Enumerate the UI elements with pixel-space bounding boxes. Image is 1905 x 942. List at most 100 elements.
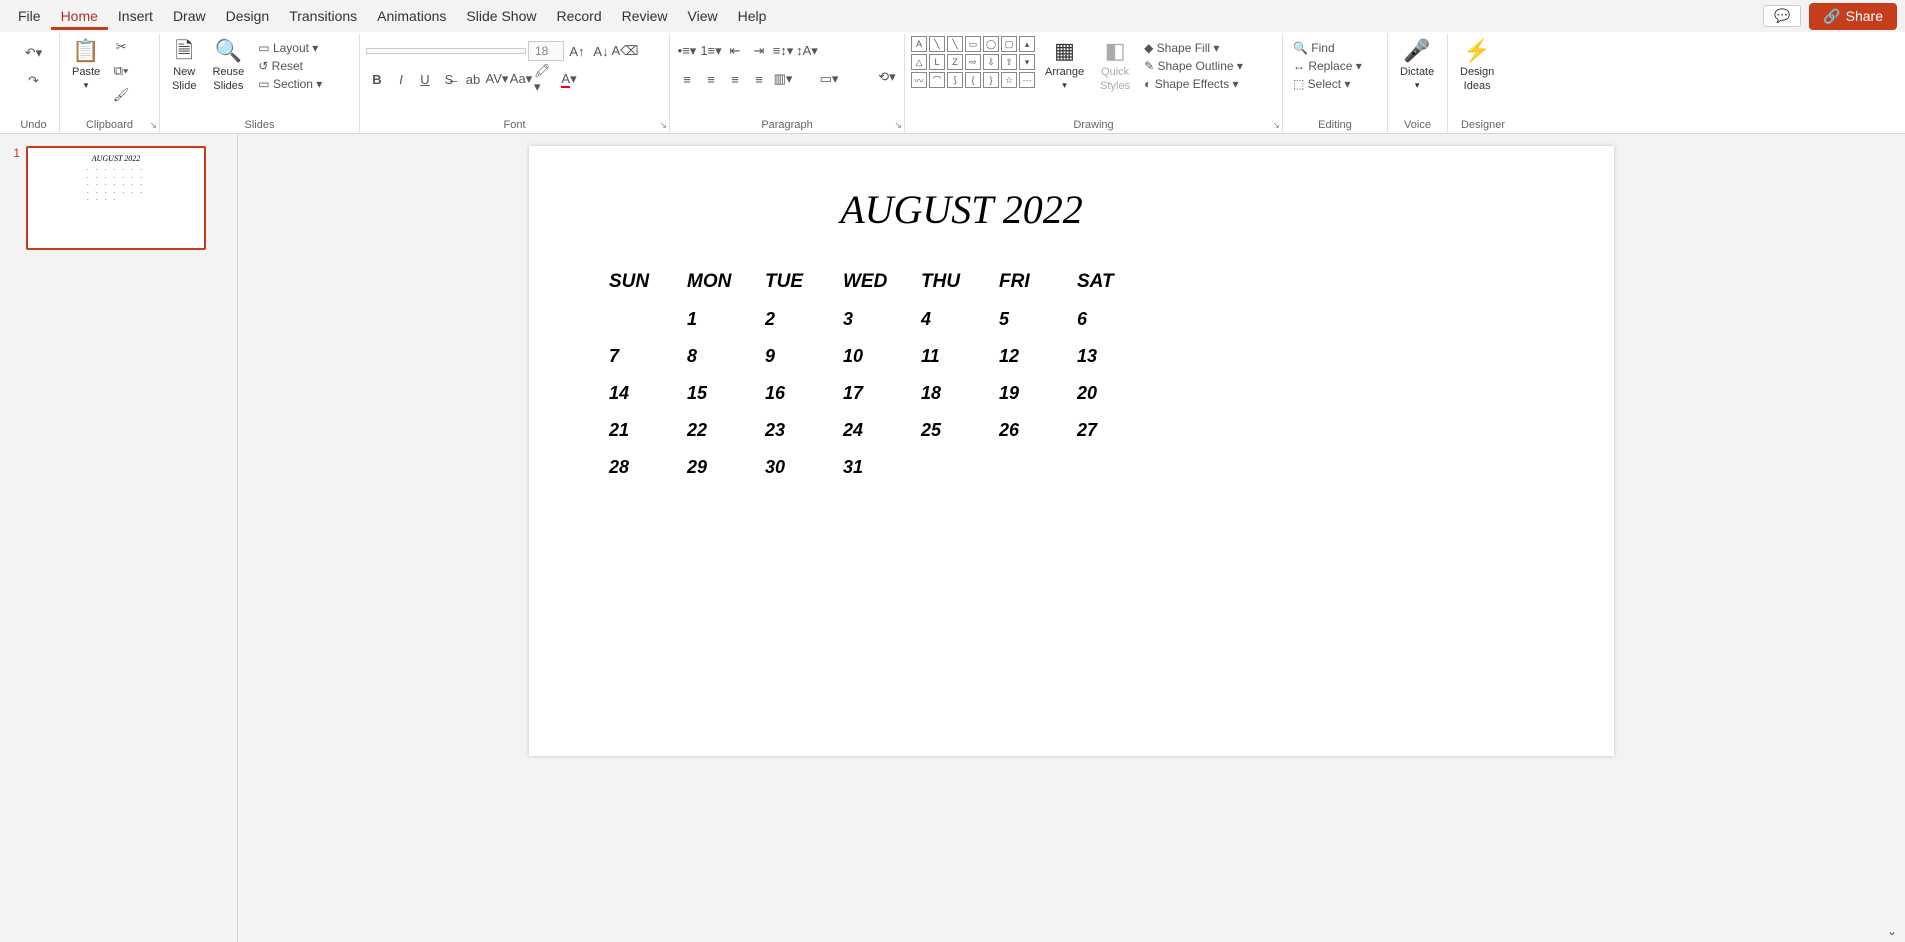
section-button[interactable]: ▭ Section ▾ — [254, 76, 326, 92]
font-size-select[interactable]: 18 — [528, 41, 564, 61]
increase-indent-button[interactable]: ⇥ — [748, 40, 770, 62]
layout-button[interactable]: ▭ Layout ▾ — [254, 40, 326, 56]
increase-font-button[interactable]: A↑ — [566, 40, 588, 62]
calendar-cell: 2 — [765, 301, 843, 338]
font-color-button[interactable]: A▾ — [558, 68, 580, 90]
decrease-font-button[interactable]: A↓ — [590, 40, 612, 62]
tab-slideshow[interactable]: Slide Show — [456, 2, 546, 30]
shadow-button[interactable]: ab — [462, 68, 484, 90]
new-slide-button[interactable]: 🗎 New Slide — [166, 36, 202, 95]
calendar-cell: 16 — [765, 375, 843, 412]
shape-nav-up-icon[interactable]: ▴ — [1019, 36, 1035, 52]
shape-up-icon[interactable]: ⇧ — [1001, 54, 1017, 70]
smartart-button[interactable]: ⟲▾ — [876, 66, 898, 88]
calendar-cell: 8 — [687, 338, 765, 375]
day-mon: MON — [687, 263, 765, 301]
slide-title[interactable]: AUGUST 2022 — [389, 186, 1534, 233]
shape-oval-icon[interactable]: ◯ — [983, 36, 999, 52]
shape-dn-icon[interactable]: ⇩ — [983, 54, 999, 70]
cut-button[interactable]: ✂ — [110, 36, 132, 58]
thumbnail-number: 1 — [8, 146, 20, 160]
tab-file[interactable]: File — [8, 2, 51, 30]
dictate-button[interactable]: 🎤 Dictate ▾ — [1394, 36, 1440, 92]
tab-animations[interactable]: Animations — [367, 2, 456, 30]
drawing-launcher[interactable]: ↘ — [1272, 120, 1280, 131]
shape-curve1-icon[interactable]: 〰 — [911, 72, 927, 88]
paste-button[interactable]: 📋 Paste ▾ — [66, 36, 106, 92]
calendar[interactable]: SUN MON TUE WED THU FRI SAT 123456789101… — [609, 263, 1534, 486]
format-painter-button[interactable]: 🖌 — [110, 84, 132, 106]
reset-button[interactable]: ↺ Reset — [254, 58, 326, 74]
tab-design[interactable]: Design — [216, 2, 280, 30]
decrease-indent-button[interactable]: ⇤ — [724, 40, 746, 62]
line-spacing-button[interactable]: ≡↕▾ — [772, 40, 794, 62]
text-direction-button[interactable]: ↕A▾ — [796, 40, 818, 62]
calendar-cell: 23 — [765, 412, 843, 449]
collapse-ribbon-button[interactable]: ⌄ — [1887, 924, 1897, 938]
italic-button[interactable]: I — [390, 68, 412, 90]
numbering-button[interactable]: 1≡▾ — [700, 40, 722, 62]
arrange-icon: ▦ — [1054, 38, 1075, 64]
slide-canvas-area[interactable]: AUGUST 2022 SUN MON TUE WED THU FRI SAT … — [238, 134, 1905, 942]
shape-tri-icon[interactable]: △ — [911, 54, 927, 70]
strike-button[interactable]: S̶ — [438, 68, 460, 90]
design-ideas-button[interactable]: ⚡ Design Ideas — [1454, 36, 1500, 95]
calendar-cell — [609, 301, 687, 338]
shape-line2-icon[interactable]: ╲ — [947, 36, 963, 52]
justify-button[interactable]: ≡ — [748, 68, 770, 90]
align-right-button[interactable]: ≡ — [724, 68, 746, 90]
columns-button[interactable]: ▥▾ — [772, 68, 794, 90]
shape-arc-icon[interactable]: ⟆ — [947, 72, 963, 88]
shape-z-icon[interactable]: Z — [947, 54, 963, 70]
shape-arrow-icon[interactable]: ⇨ — [965, 54, 981, 70]
highlight-button[interactable]: 🖍▾ — [534, 68, 556, 90]
tab-insert[interactable]: Insert — [108, 2, 163, 30]
select-button[interactable]: ⬚ Select ▾ — [1289, 76, 1366, 92]
align-center-button[interactable]: ≡ — [700, 68, 722, 90]
reuse-slides-button[interactable]: 🔍 Reuse Slides — [206, 36, 250, 95]
shape-roundrect-icon[interactable]: ▢ — [1001, 36, 1017, 52]
shape-rect-icon[interactable]: ▭ — [965, 36, 981, 52]
font-launcher[interactable]: ↘ — [659, 120, 667, 131]
tab-draw[interactable]: Draw — [163, 2, 216, 30]
shapes-gallery[interactable]: A╲╲▭◯▢▴ △LZ⇨⇩⇧▾ 〰⌒⟆{}☆⋯ — [911, 36, 1035, 88]
shape-star-icon[interactable]: ☆ — [1001, 72, 1017, 88]
redo-button[interactable]: ↷ — [23, 70, 45, 92]
replace-button[interactable]: ↔ Replace ▾ — [1289, 58, 1366, 74]
tab-home[interactable]: Home — [51, 2, 108, 30]
clear-format-button[interactable]: A⌫ — [614, 40, 636, 62]
mic-icon: 🎤 — [1403, 38, 1430, 64]
tab-view[interactable]: View — [678, 2, 728, 30]
align-left-button[interactable]: ≡ — [676, 68, 698, 90]
shape-brace-icon[interactable]: { — [965, 72, 981, 88]
bullets-button[interactable]: •≡▾ — [676, 40, 698, 62]
find-button[interactable]: 🔍 Find — [1289, 40, 1366, 56]
paragraph-launcher[interactable]: ↘ — [894, 120, 902, 131]
tab-transitions[interactable]: Transitions — [279, 2, 367, 30]
change-case-button[interactable]: Aa▾ — [510, 68, 532, 90]
shape-more-icon[interactable]: ⋯ — [1019, 72, 1035, 88]
shape-l-icon[interactable]: L — [929, 54, 945, 70]
share-button[interactable]: 🔗 Share — [1809, 3, 1897, 30]
effects-label: Shape Effects — [1155, 77, 1230, 91]
comments-button[interactable]: 💬 — [1763, 5, 1801, 27]
shape-brace2-icon[interactable]: } — [983, 72, 999, 88]
slide[interactable]: AUGUST 2022 SUN MON TUE WED THU FRI SAT … — [529, 146, 1614, 756]
tab-record[interactable]: Record — [546, 2, 611, 30]
bold-button[interactable]: B — [366, 68, 388, 90]
undo-button[interactable]: ↶▾ — [23, 42, 45, 64]
slide-thumbnail-1[interactable]: AUGUST 2022 - - - - - - -- - - - - - -- … — [26, 146, 206, 250]
underline-button[interactable]: U — [414, 68, 436, 90]
align-text-button[interactable]: ▭▾ — [818, 68, 840, 90]
shape-textbox-icon[interactable]: A — [911, 36, 927, 52]
copy-button[interactable]: ⧉▾ — [110, 60, 132, 82]
tab-help[interactable]: Help — [728, 2, 777, 30]
tab-review[interactable]: Review — [612, 2, 678, 30]
shape-curve2-icon[interactable]: ⌒ — [929, 72, 945, 88]
arrange-button[interactable]: ▦ Arrange ▾ — [1039, 36, 1090, 92]
clipboard-launcher[interactable]: ↘ — [149, 120, 157, 131]
char-spacing-button[interactable]: AV▾ — [486, 68, 508, 90]
shape-nav-dn-icon[interactable]: ▾ — [1019, 54, 1035, 70]
shape-line-icon[interactable]: ╲ — [929, 36, 945, 52]
font-name-select[interactable] — [366, 48, 526, 54]
